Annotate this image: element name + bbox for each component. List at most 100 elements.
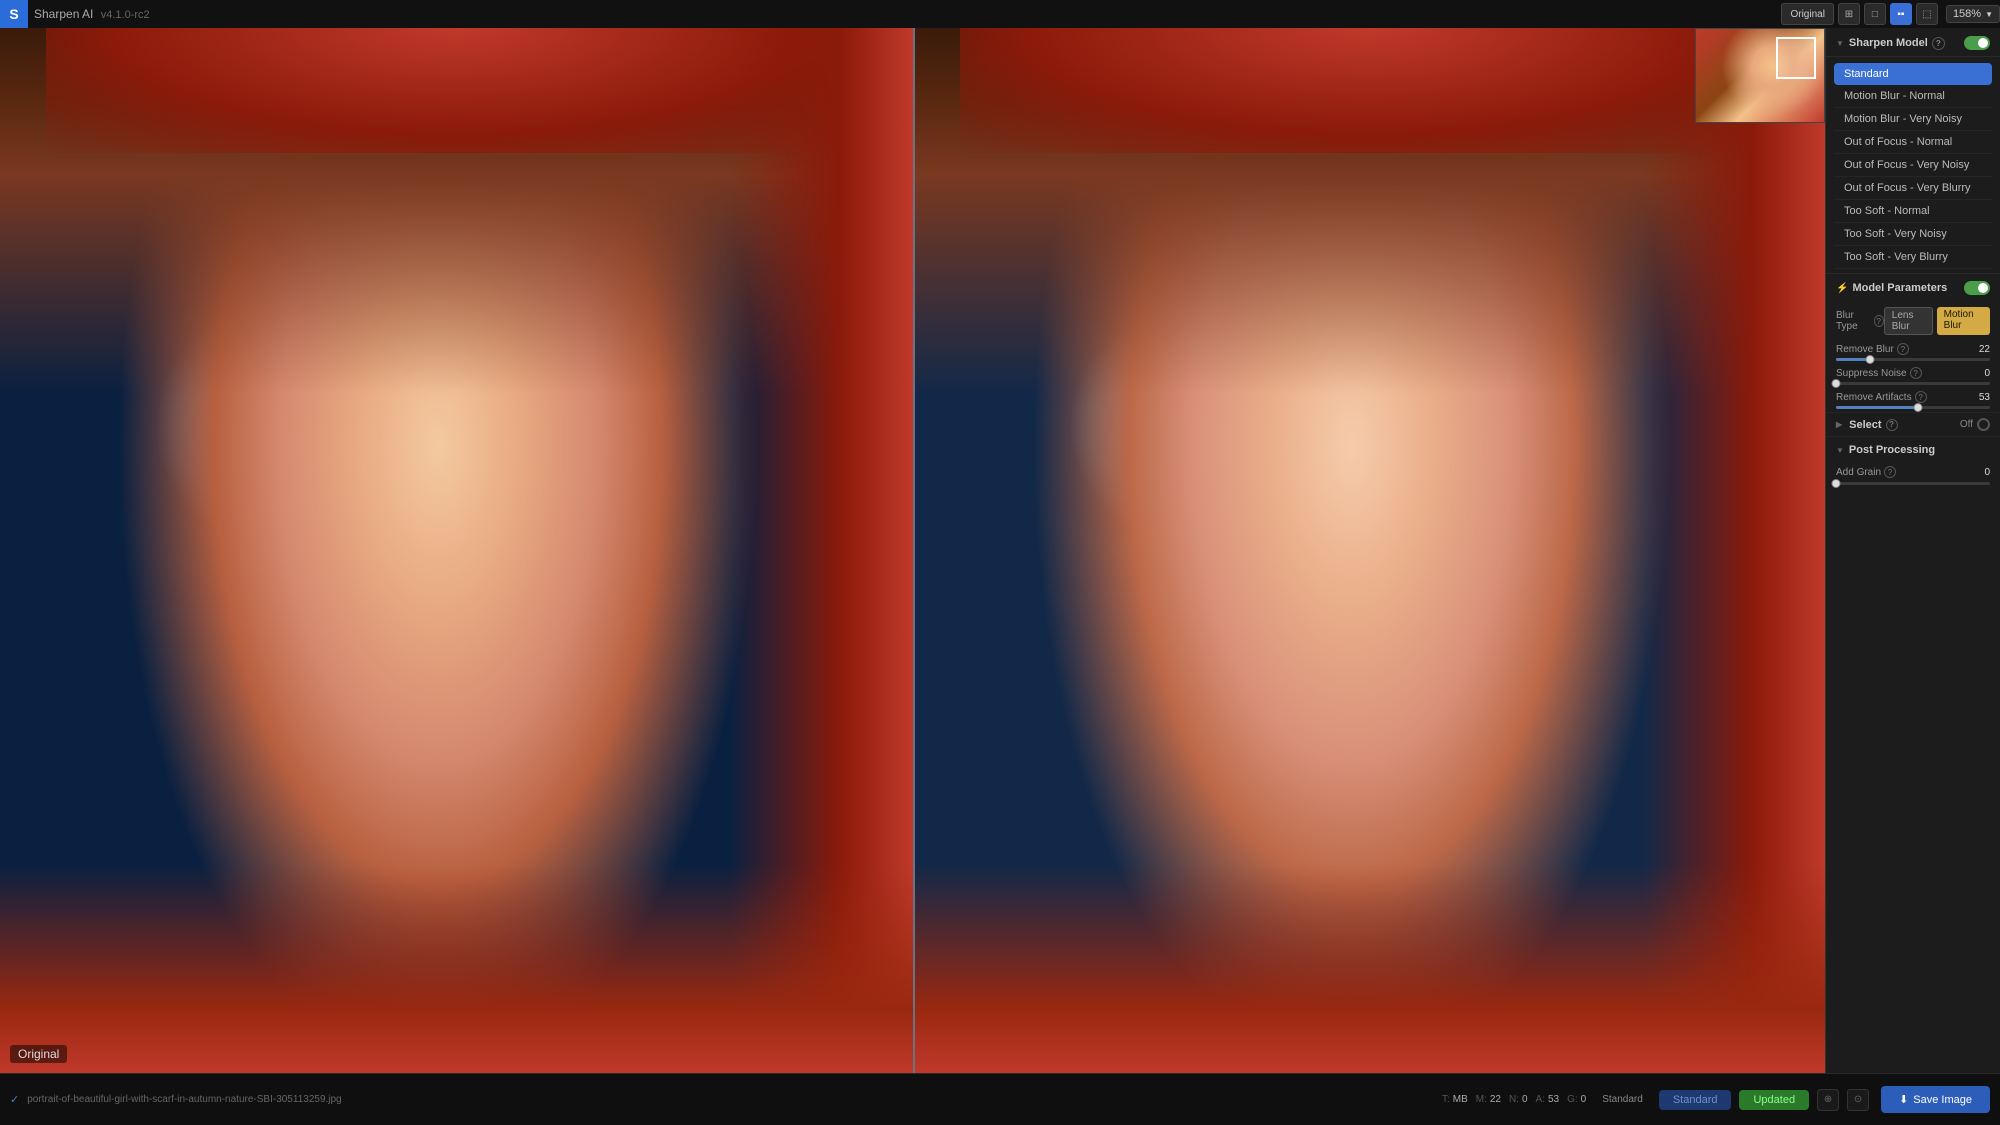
model-list: Standard Motion Blur - Normal Motion Blu…	[1826, 63, 2000, 269]
model-out-of-focus-normal-item[interactable]: Out of Focus - Normal	[1834, 131, 1992, 154]
select-toggle[interactable]	[1977, 418, 1990, 431]
post-processing-label: Post Processing	[1849, 444, 1935, 456]
suppress-noise-thumb[interactable]	[1832, 379, 1841, 388]
view-side-btn[interactable]: ⬚	[1916, 3, 1938, 25]
view-single-btn[interactable]: □	[1864, 3, 1886, 25]
remove-artifacts-slider-row: Remove Artifacts ? 53	[1826, 388, 2000, 412]
remove-blur-track[interactable]	[1836, 358, 1990, 361]
view-original-btn[interactable]: Original	[1781, 3, 1833, 25]
zoom-control[interactable]: 158% ▼	[1946, 5, 2000, 23]
model-too-soft-very-blurry-item[interactable]: Too Soft - Very Blurry	[1834, 246, 1992, 269]
lens-blur-btn[interactable]: Lens Blur	[1884, 307, 1933, 335]
lightning-icon: ⚡	[1836, 283, 1848, 294]
remove-artifacts-value: 53	[1979, 392, 1990, 403]
sharpen-model-section[interactable]: ▼ Sharpen Model ?	[1826, 28, 2000, 57]
sharpen-model-caret: ▼	[1836, 39, 1844, 48]
remove-blur-slider-row: Remove Blur ? 22	[1826, 340, 2000, 364]
save-icon: ⬇	[1899, 1093, 1908, 1106]
suppress-noise-label-row: Suppress Noise ? 0	[1836, 367, 1990, 379]
save-image-button[interactable]: ⬇ Save Image	[1881, 1086, 1990, 1113]
remove-artifacts-help-icon[interactable]: ?	[1915, 391, 1927, 403]
tab-standard[interactable]: Standard	[1659, 1090, 1732, 1110]
remove-blur-help-icon[interactable]: ?	[1897, 343, 1909, 355]
post-processing-caret: ▼	[1836, 446, 1844, 455]
add-grain-value: 0	[1984, 467, 1990, 478]
status-metric-n: N: 0	[1509, 1094, 1528, 1105]
remove-artifacts-thumb[interactable]	[1913, 403, 1922, 412]
status-icon-btn-1[interactable]: ⊕	[1817, 1089, 1839, 1111]
file-check-icon: ✓	[10, 1093, 19, 1106]
model-out-of-focus-very-blurry-item[interactable]: Out of Focus - Very Blurry	[1834, 177, 1992, 200]
model-params-section: ⚡ Model Parameters Blur Type ? Lens Blur…	[1826, 273, 2000, 412]
scarf-bottom-left	[0, 864, 913, 1073]
zoom-chevron-icon: ▼	[1985, 10, 1993, 19]
blur-type-row: Blur Type ? Lens Blur Motion Blur	[1826, 302, 2000, 340]
status-metric-a: A: 53	[1536, 1094, 1560, 1105]
sidebar: ▼ Sharpen Model ? Standard Motion Blur -…	[1825, 28, 2000, 1073]
hair-overlay-left	[0, 28, 913, 394]
select-help-icon[interactable]: ?	[1886, 419, 1898, 431]
add-grain-slider-row: Add Grain ? 0	[1826, 463, 2000, 488]
scarf-right-right	[1643, 28, 1825, 1073]
file-path: portrait-of-beautiful-girl-with-scarf-in…	[27, 1094, 1434, 1105]
remove-artifacts-label: Remove Artifacts ?	[1836, 391, 1927, 403]
suppress-noise-help-icon[interactable]: ?	[1910, 367, 1922, 379]
model-standard-item[interactable]: Standard	[1834, 63, 1992, 85]
remove-artifacts-fill	[1836, 406, 1918, 409]
status-metric-t: T: MB	[1442, 1094, 1468, 1105]
sharpen-model-toggle[interactable]	[1964, 36, 1990, 50]
model-out-of-focus-very-noisy-item[interactable]: Out of Focus - Very Noisy	[1834, 154, 1992, 177]
blur-type-label: Blur Type ?	[1836, 310, 1884, 332]
sharpen-model-help-icon[interactable]: ?	[1932, 37, 1945, 50]
select-caret: ▶	[1836, 420, 1842, 429]
blur-type-buttons: Lens Blur Motion Blur	[1884, 307, 1990, 335]
remove-blur-value: 22	[1979, 344, 1990, 355]
thumbnail-preview	[1695, 28, 1825, 123]
scarf-top-right	[960, 28, 1779, 153]
status-metric-m: M: 22	[1476, 1094, 1501, 1105]
main-canvas: Original	[0, 28, 1825, 1073]
motion-blur-btn[interactable]: Motion Blur	[1937, 307, 1990, 335]
tab-updated[interactable]: Updated	[1739, 1090, 1809, 1110]
remove-artifacts-track[interactable]	[1836, 406, 1990, 409]
status-icon-btn-2[interactable]: ⊙	[1847, 1089, 1869, 1111]
select-state: Off	[1960, 418, 1990, 431]
model-params-header[interactable]: ⚡ Model Parameters	[1826, 274, 2000, 302]
suppress-noise-track[interactable]	[1836, 382, 1990, 385]
remove-blur-thumb[interactable]	[1865, 355, 1874, 364]
add-grain-thumb[interactable]	[1832, 479, 1841, 488]
model-params-toggle[interactable]	[1964, 281, 1990, 295]
scarf-right-left	[730, 28, 913, 1073]
add-grain-track[interactable]	[1836, 482, 1990, 485]
status-metric-g: G: 0	[1567, 1094, 1586, 1105]
scarf-top-left	[46, 28, 867, 153]
model-too-soft-normal-item[interactable]: Too Soft - Normal	[1834, 200, 1992, 223]
select-label: ▶ Select ?	[1836, 419, 1898, 431]
add-grain-label-row: Add Grain ? 0	[1836, 466, 1990, 478]
canvas-right-panel	[913, 28, 1826, 1073]
remove-blur-label: Remove Blur ?	[1836, 343, 1909, 355]
model-motion-blur-very-noisy-item[interactable]: Motion Blur - Very Noisy	[1834, 108, 1992, 131]
hair-overlay-right	[915, 28, 1826, 394]
scarf-bottom-right	[915, 864, 1826, 1073]
app-title: Sharpen AI v4.1.0-rc2	[34, 7, 150, 21]
titlebar: S Sharpen AI v4.1.0-rc2 Original ⊞ □ ▪▪ …	[0, 0, 2000, 28]
view-controls: Original ⊞ □ ▪▪ ⬚	[1781, 3, 1937, 25]
remove-blur-label-row: Remove Blur ? 22	[1836, 343, 1990, 355]
app-icon: S	[0, 0, 28, 28]
view-grid-btn[interactable]: ⊞	[1838, 3, 1860, 25]
suppress-noise-value: 0	[1984, 368, 1990, 379]
post-processing-section[interactable]: ▼ Post Processing	[1826, 436, 2000, 463]
model-motion-blur-normal-item[interactable]: Motion Blur - Normal	[1834, 85, 1992, 108]
canvas-left-panel	[0, 28, 913, 1073]
thumbnail-selection	[1776, 37, 1816, 79]
status-model-label: Standard	[1594, 1094, 1651, 1105]
add-grain-help-icon[interactable]: ?	[1884, 466, 1896, 478]
view-split-btn[interactable]: ▪▪	[1890, 3, 1912, 25]
status-bar: ✓ portrait-of-beautiful-girl-with-scarf-…	[0, 1073, 2000, 1125]
remove-artifacts-label-row: Remove Artifacts ? 53	[1836, 391, 1990, 403]
model-too-soft-very-noisy-item[interactable]: Too Soft - Very Noisy	[1834, 223, 1992, 246]
blur-type-help-icon[interactable]: ?	[1874, 315, 1884, 327]
select-section: ▶ Select ? Off	[1826, 412, 2000, 436]
suppress-noise-label: Suppress Noise ?	[1836, 367, 1922, 379]
